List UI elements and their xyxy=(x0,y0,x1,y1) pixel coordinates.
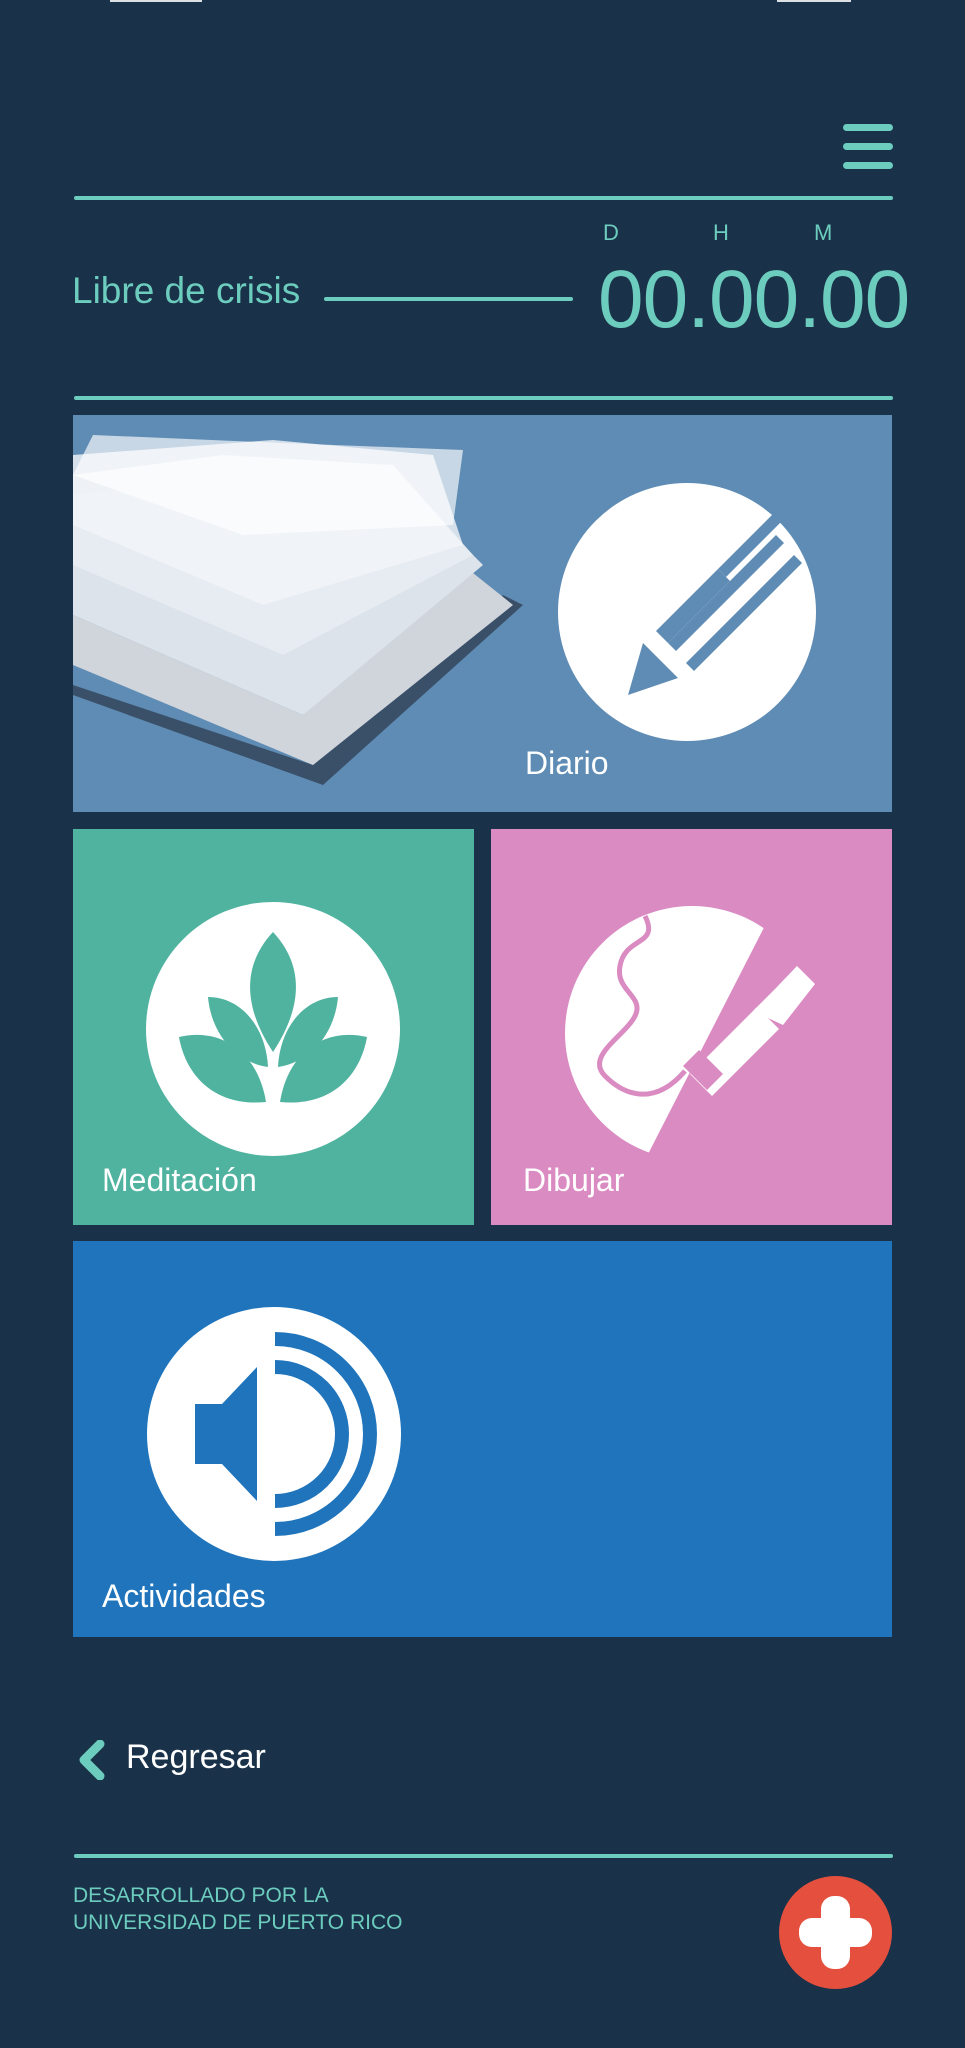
meditation-label: Meditación xyxy=(102,1162,257,1198)
plus-icon xyxy=(799,1896,872,1969)
footer-divider xyxy=(74,1854,893,1858)
diary-label: Diario xyxy=(525,745,609,781)
crisis-free-label: Libre de crisis xyxy=(72,270,301,311)
top-edge-mark-left xyxy=(110,0,202,2)
hours-unit-label: H xyxy=(713,220,729,245)
chevron-left-icon xyxy=(79,1740,105,1780)
activities-label: Actividades xyxy=(102,1578,266,1614)
hamburger-menu-icon[interactable] xyxy=(843,124,893,170)
draw-label: Dibujar xyxy=(523,1162,625,1198)
lotus-icon xyxy=(146,902,400,1156)
add-button[interactable] xyxy=(779,1876,892,1989)
pen-cable-icon xyxy=(565,906,819,1160)
developer-credit: DESARROLLADO POR LA UNIVERSIDAD DE PUERT… xyxy=(73,1882,402,1936)
crisis-free-timer: 00.00.00 xyxy=(598,254,910,345)
minutes-unit-label: M xyxy=(814,220,833,245)
open-book-icon xyxy=(73,435,523,785)
diary-tile[interactable]: Diario xyxy=(73,415,892,812)
credit-line-1: DESARROLLADO POR LA xyxy=(73,1884,329,1907)
days-unit-label: D xyxy=(603,220,619,245)
header-divider xyxy=(74,196,893,200)
meditation-tile[interactable]: Meditación xyxy=(73,829,474,1225)
speaker-icon xyxy=(147,1307,401,1561)
back-label: Regresar xyxy=(126,1738,266,1776)
credit-line-2: UNIVERSIDAD DE PUERTO RICO xyxy=(73,1911,403,1934)
pencil-icon xyxy=(558,483,816,741)
activities-tile[interactable]: Actividades xyxy=(73,1241,892,1637)
status-divider xyxy=(74,396,893,400)
crisis-label-line xyxy=(324,297,573,301)
draw-tile[interactable]: Dibujar xyxy=(491,829,892,1225)
top-edge-mark-right xyxy=(777,0,851,2)
